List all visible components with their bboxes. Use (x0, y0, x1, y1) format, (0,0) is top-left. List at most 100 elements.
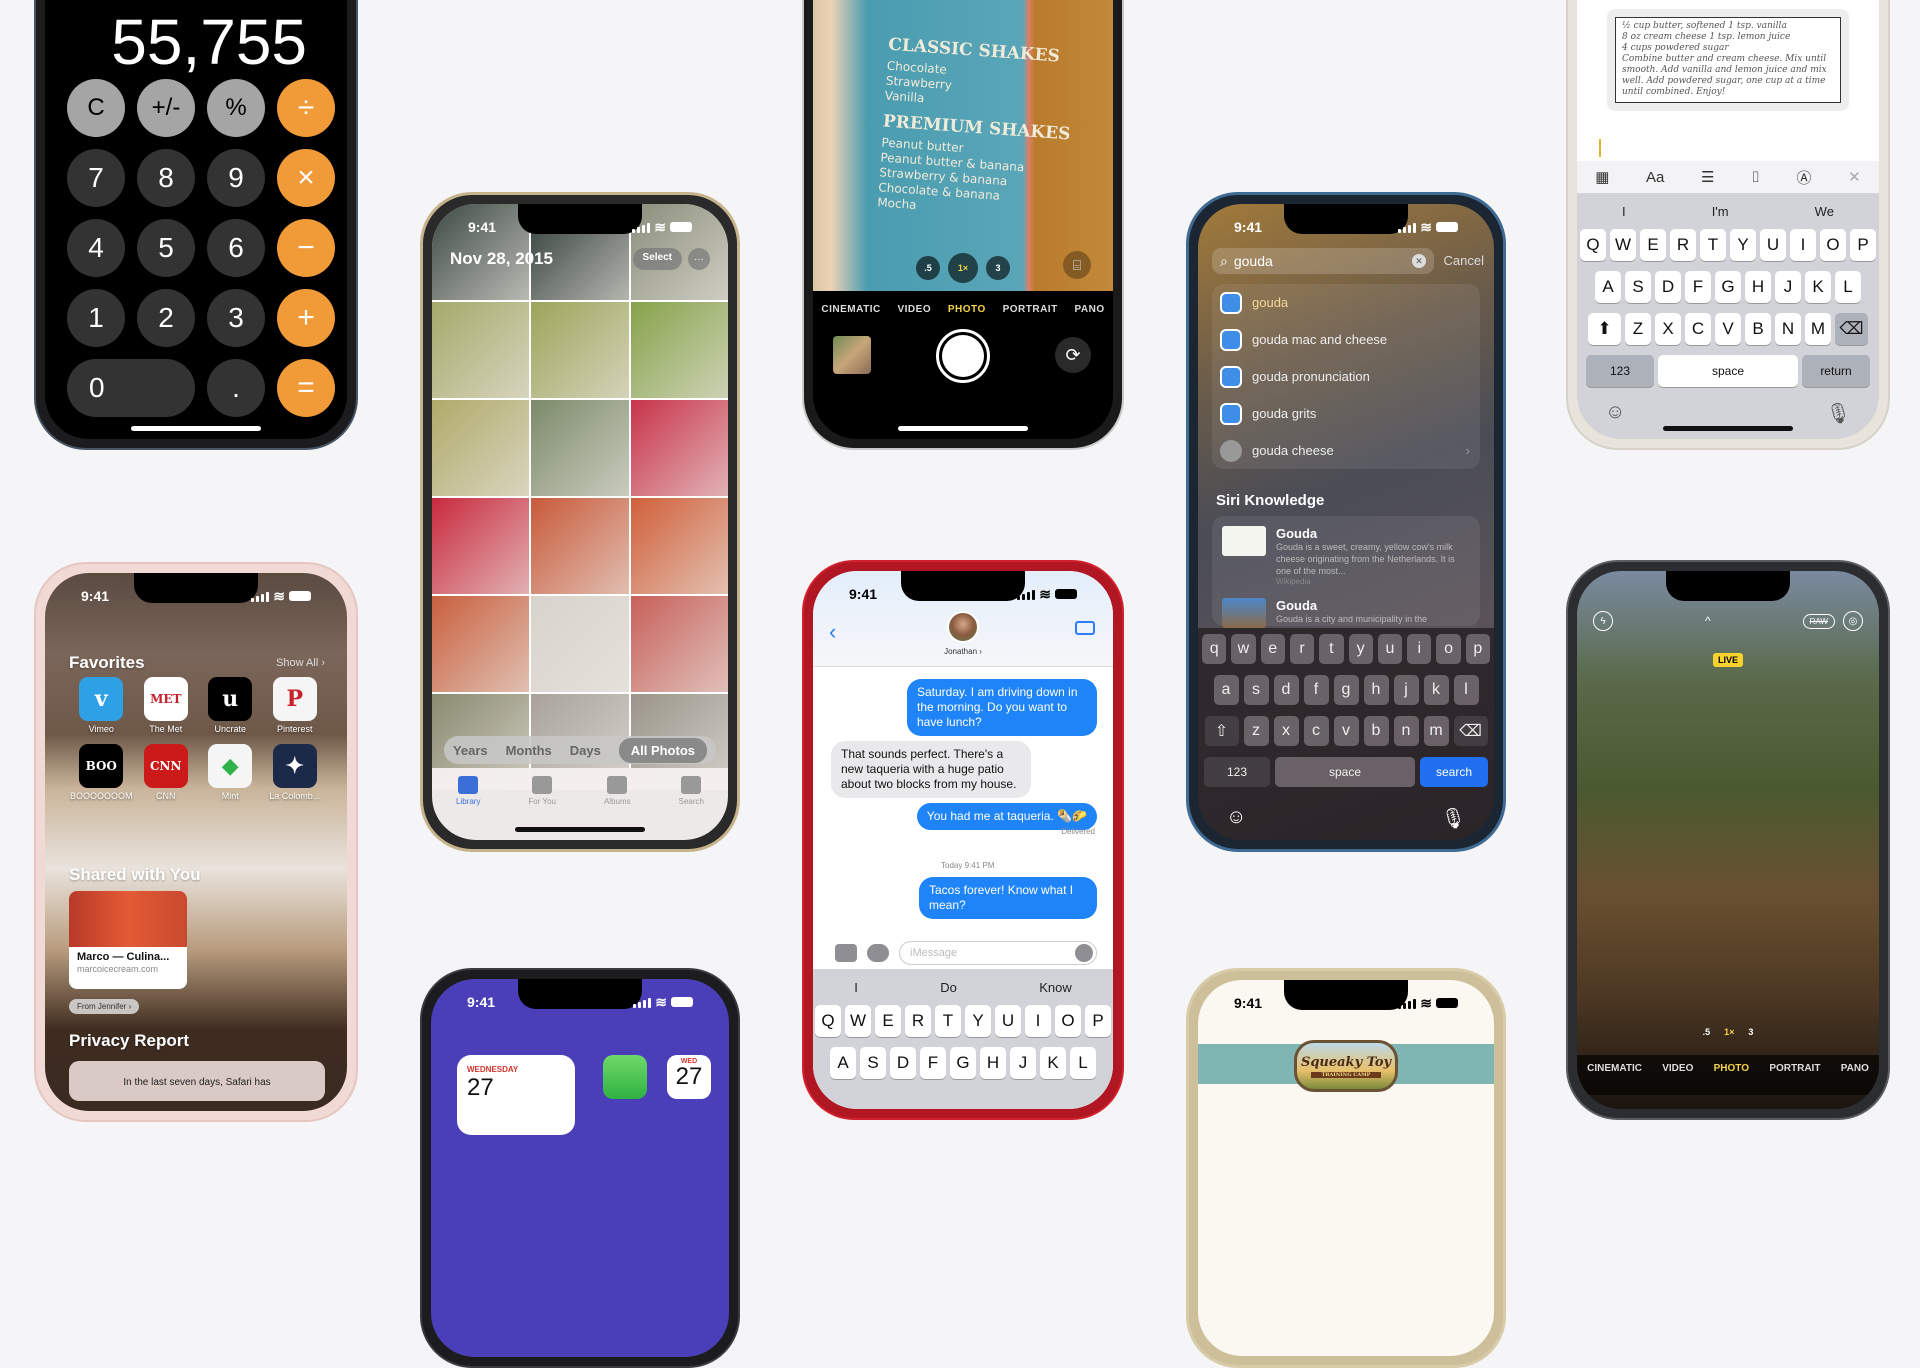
favorite-mint[interactable]: ◆ Mint (198, 744, 263, 801)
mode-cinematic[interactable]: CINEMATIC (821, 304, 880, 315)
key-w[interactable]: w (1231, 634, 1256, 664)
key-b[interactable]: B (1745, 313, 1771, 345)
message-bubble-outgoing[interactable]: You had me at taqueria. 🌯🌮 (916, 803, 1097, 830)
key-s[interactable]: s (1243, 675, 1269, 705)
search-suggestion[interactable]: gouda cheese › (1212, 432, 1480, 469)
home-indicator[interactable] (1663, 426, 1793, 431)
camera-icon[interactable] (835, 944, 857, 962)
shutter-button[interactable] (936, 329, 990, 383)
facetime-video-icon[interactable] (1075, 621, 1095, 635)
calc-key[interactable]: 7 (67, 149, 125, 207)
home-indicator[interactable] (131, 426, 261, 431)
favorite-themet[interactable]: MET The Met (134, 677, 199, 734)
predictive-suggestion[interactable]: We (1815, 204, 1834, 219)
delete-key[interactable]: ⌫ (1453, 716, 1488, 746)
key-v[interactable]: V (1715, 313, 1741, 345)
segment-all-photos[interactable]: All Photos (618, 737, 707, 763)
mode-portrait[interactable]: PORTRAIT (1003, 304, 1058, 315)
chevron-up-icon[interactable]: ^ (1705, 614, 1711, 628)
key-q[interactable]: q (1202, 634, 1227, 664)
calc-key[interactable]: 9 (207, 149, 265, 207)
key-s[interactable]: S (860, 1047, 886, 1079)
flip-camera-icon[interactable]: ⟳ (1055, 337, 1091, 373)
flash-icon[interactable]: ϟ (1593, 611, 1613, 631)
key-c[interactable]: c (1303, 716, 1329, 746)
key-z[interactable]: z (1243, 716, 1269, 746)
calc-key[interactable]: 4 (67, 219, 125, 277)
key-h[interactable]: H (980, 1047, 1006, 1079)
key-u[interactable]: u (1377, 634, 1403, 664)
key-w[interactable]: W (1610, 229, 1636, 261)
home-indicator[interactable] (515, 827, 645, 832)
shared-link-card[interactable]: Marco — Culina... marcoicecream.com (69, 891, 187, 989)
key-e[interactable]: e (1260, 634, 1285, 664)
calc-key[interactable]: 1 (67, 289, 125, 347)
predictive-suggestion[interactable]: I (854, 980, 858, 995)
key-p[interactable]: P (1850, 229, 1876, 261)
key-search[interactable]: search (1420, 757, 1488, 787)
photo-thumbnail[interactable] (432, 498, 530, 594)
message-bubble-outgoing[interactable]: Tacos forever! Know what I mean? (919, 877, 1097, 919)
calc-key[interactable]: − (277, 219, 335, 277)
key-n[interactable]: n (1393, 716, 1419, 746)
home-indicator[interactable] (898, 426, 1028, 431)
favorite-uncrate[interactable]: u Uncrate (198, 677, 263, 734)
key-f[interactable]: f (1303, 675, 1329, 705)
key-s[interactable]: S (1625, 271, 1651, 303)
key-space[interactable]: space (1275, 757, 1415, 787)
key-o[interactable]: O (1055, 1005, 1081, 1037)
key-d[interactable]: d (1273, 675, 1299, 705)
show-all-link[interactable]: Show All › (276, 657, 325, 669)
photo-thumbnail[interactable] (432, 596, 530, 692)
close-icon[interactable]: ✕ (1848, 168, 1861, 186)
zoom-button[interactable]: .5 (916, 256, 940, 280)
live-text-icon[interactable]: ⌸ (1063, 251, 1091, 279)
markup-icon[interactable]: Ⓐ (1797, 167, 1812, 188)
microphone-icon[interactable]: 🎙 (1441, 806, 1466, 831)
key-k[interactable]: K (1040, 1047, 1066, 1079)
shift-key[interactable]: ⇧ (1204, 716, 1239, 746)
key-j[interactable]: J (1010, 1047, 1036, 1079)
calc-key[interactable]: C (67, 79, 125, 137)
calendar-widget[interactable]: WEDNESDAY 27 (457, 1055, 575, 1135)
photo-thumbnail[interactable] (630, 302, 728, 398)
predictive-suggestion[interactable]: I'm (1712, 204, 1729, 219)
key-x[interactable]: X (1655, 313, 1681, 345)
calc-key[interactable]: 8 (137, 149, 195, 207)
key-w[interactable]: W (845, 1005, 871, 1037)
key-h[interactable]: h (1363, 675, 1389, 705)
emoji-icon[interactable]: ☺ (1605, 401, 1625, 426)
mode-video[interactable]: VIDEO (1662, 1063, 1693, 1095)
search-query[interactable]: gouda (1234, 253, 1273, 269)
key-return[interactable]: return (1802, 355, 1870, 387)
calc-key[interactable]: = (277, 359, 335, 417)
key-i[interactable]: I (1025, 1005, 1051, 1037)
key-d[interactable]: D (890, 1047, 916, 1079)
key-c[interactable]: C (1685, 313, 1711, 345)
live-photo-icon[interactable]: ◎ (1842, 611, 1863, 631)
mode-video[interactable]: VIDEO (897, 304, 931, 315)
calc-key[interactable]: 0 (67, 359, 195, 417)
shared-from-badge[interactable]: From Jennifer › (69, 999, 140, 1014)
cancel-button[interactable]: Cancel (1444, 253, 1484, 268)
checklist-icon[interactable]: ☰ (1701, 168, 1714, 186)
microphone-icon[interactable]: 🎙 (1826, 401, 1851, 426)
key-g[interactable]: G (950, 1047, 976, 1079)
key-b[interactable]: b (1363, 716, 1389, 746)
key-m[interactable]: M (1805, 313, 1831, 345)
facetime-app-icon[interactable] (603, 1055, 647, 1099)
photo-thumbnail[interactable] (531, 400, 629, 496)
zoom-button[interactable]: 3 (1748, 1027, 1753, 1037)
privacy-report-card[interactable]: In the last seven days, Safari has (69, 1061, 325, 1101)
calc-key[interactable]: . (207, 359, 265, 417)
delete-key[interactable]: ⌫ (1835, 313, 1868, 345)
predictive-suggestion[interactable]: Do (940, 980, 957, 995)
key-a[interactable]: A (830, 1047, 856, 1079)
key-j[interactable]: j (1393, 675, 1419, 705)
favorite-vimeo[interactable]: v Vimeo (69, 677, 134, 734)
mode-portrait[interactable]: PORTRAIT (1769, 1063, 1820, 1095)
key-t[interactable]: t (1319, 634, 1344, 664)
favorite-cnn[interactable]: CNN CNN (134, 744, 199, 801)
calc-key[interactable]: 5 (137, 219, 195, 277)
mode-photo[interactable]: PHOTO (1714, 1063, 1749, 1095)
